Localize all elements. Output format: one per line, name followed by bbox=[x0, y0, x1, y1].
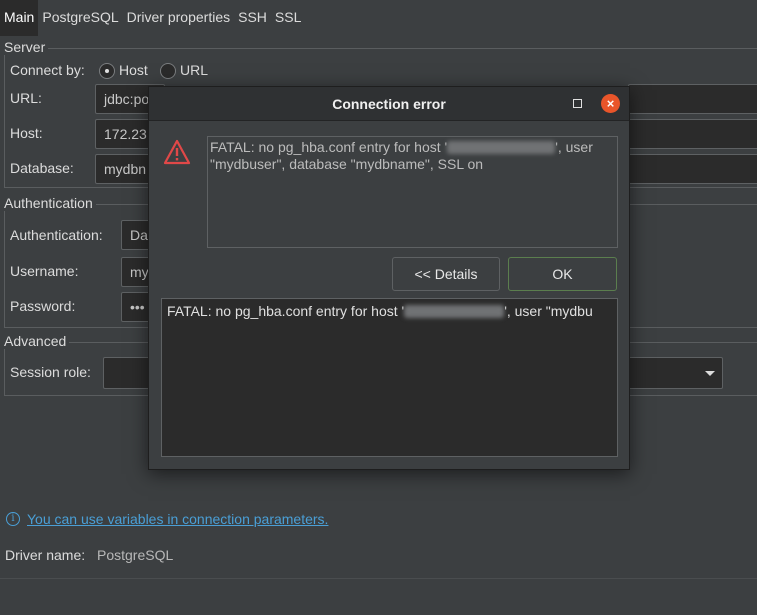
tab-driver-properties[interactable]: Driver properties bbox=[123, 0, 234, 36]
server-group-title: Server bbox=[4, 39, 49, 55]
database-label: Database: bbox=[10, 160, 74, 176]
connection-error-dialog: Connection error × FATAL: no pg_hba.conf… bbox=[148, 86, 630, 470]
info-icon: i bbox=[6, 512, 20, 526]
host-label: Host: bbox=[10, 125, 43, 141]
connect-by-label: Connect by: bbox=[10, 62, 85, 78]
username-label: Username: bbox=[10, 263, 79, 279]
dialog-title: Connection error bbox=[332, 96, 446, 112]
authentication-group-title: Authentication bbox=[4, 195, 96, 211]
variables-help-link[interactable]: You can use variables in connection para… bbox=[27, 511, 328, 527]
error-details[interactable]: FATAL: no pg_hba.conf entry for host ' ',… bbox=[161, 298, 618, 457]
warning-icon bbox=[163, 139, 191, 165]
url-label: URL: bbox=[10, 90, 42, 106]
dialog-titlebar[interactable]: Connection error × bbox=[149, 87, 629, 121]
ok-button[interactable]: OK bbox=[508, 257, 617, 291]
authentication-label: Authentication: bbox=[10, 227, 103, 243]
host-radio[interactable] bbox=[99, 63, 115, 79]
host-radio-label[interactable]: Host bbox=[119, 62, 148, 78]
url-field-right[interactable] bbox=[628, 84, 757, 114]
tab-bar: Main PostgreSQL Driver properties SSH SS… bbox=[0, 0, 305, 36]
advanced-group-title: Advanced bbox=[4, 333, 70, 349]
host-field-right[interactable] bbox=[628, 119, 757, 149]
error-details-text-end: ', user "mydbu bbox=[504, 303, 593, 319]
error-details-text-start: FATAL: no pg_hba.conf entry for host ' bbox=[167, 303, 405, 319]
maximize-icon[interactable] bbox=[573, 99, 582, 108]
driver-name-label: Driver name: bbox=[5, 547, 86, 563]
error-message-text-start: FATAL: no pg_hba.conf entry for host ' bbox=[210, 139, 448, 155]
redacted-host-details bbox=[404, 305, 505, 318]
close-icon[interactable]: × bbox=[601, 94, 620, 113]
tab-postgresql[interactable]: PostgreSQL bbox=[38, 0, 122, 36]
database-field-right[interactable] bbox=[628, 154, 757, 184]
divider bbox=[0, 578, 757, 579]
url-radio-label[interactable]: URL bbox=[180, 62, 208, 78]
driver-name-value: PostgreSQL bbox=[97, 547, 174, 563]
redacted-host bbox=[447, 141, 556, 154]
url-radio[interactable] bbox=[160, 63, 176, 79]
tab-ssh[interactable]: SSH bbox=[234, 0, 271, 36]
error-message: FATAL: no pg_hba.conf entry for host ' ',… bbox=[207, 136, 618, 248]
tab-ssl[interactable]: SSL bbox=[271, 0, 305, 36]
session-role-label: Session role: bbox=[10, 364, 91, 380]
details-button[interactable]: << Details bbox=[392, 257, 500, 291]
password-label: Password: bbox=[10, 298, 76, 314]
chevron-down-icon[interactable] bbox=[705, 371, 715, 376]
tab-main[interactable]: Main bbox=[0, 0, 39, 36]
